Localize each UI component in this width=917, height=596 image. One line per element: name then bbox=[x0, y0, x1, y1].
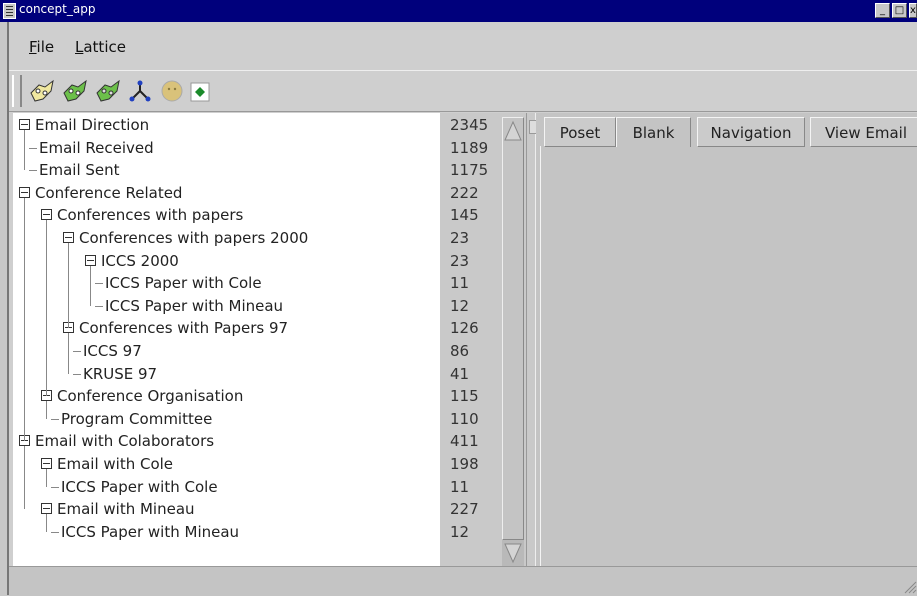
title-bar[interactable]: concept_app _ □ x bbox=[0, 0, 917, 22]
collapse-toggle-icon[interactable] bbox=[19, 119, 30, 130]
maximize-button[interactable]: □ bbox=[892, 3, 907, 18]
open-green-diagram-icon[interactable] bbox=[62, 79, 88, 103]
tree-row-label: Email Sent bbox=[39, 161, 120, 180]
tab-blank[interactable]: Blank bbox=[616, 117, 691, 147]
tree-row-label: Email with Mineau bbox=[57, 500, 195, 519]
tree-row-label: KRUSE 97 bbox=[83, 364, 158, 383]
tree-row-label: ICCS Paper with Cole bbox=[105, 274, 262, 293]
tree-row-count: 11 bbox=[450, 477, 470, 496]
tree-row-label: Conferences with Papers 97 bbox=[79, 319, 289, 338]
tree-row-label: Email with Colaborators bbox=[35, 432, 215, 451]
scrollbar-thumb[interactable] bbox=[502, 117, 524, 540]
tree-row-count: 222 bbox=[450, 183, 479, 202]
tree-row-count: 11 bbox=[450, 274, 470, 293]
green-dot-icon[interactable] bbox=[190, 82, 210, 102]
tab-bar: Poset Blank Navigation View Email bbox=[540, 117, 917, 147]
tree-row-count: 1189 bbox=[450, 138, 489, 157]
tree-row-label: Email with Cole bbox=[57, 455, 174, 473]
tree-row-count: 23 bbox=[450, 229, 470, 247]
menu-bar: File Lattice bbox=[9, 26, 917, 66]
tree-row-label: ICCS 2000 bbox=[101, 251, 179, 270]
tab-content bbox=[540, 146, 917, 566]
tree-row-count: 41 bbox=[450, 364, 470, 383]
collapse-toggle-icon[interactable] bbox=[41, 503, 52, 515]
tree-row-count: 86 bbox=[450, 342, 470, 360]
green-diagram-icon[interactable] bbox=[95, 79, 121, 103]
close-button[interactable]: x bbox=[909, 3, 917, 18]
tree-row-count: 411 bbox=[450, 432, 479, 451]
toolbar bbox=[9, 70, 917, 112]
tree-row-label: Conferences with papers 2000 bbox=[79, 229, 309, 247]
tree-row-count: 1175 bbox=[450, 161, 489, 180]
lattice-icon[interactable] bbox=[127, 79, 153, 103]
tree-row-count: 23 bbox=[450, 251, 470, 270]
open-diagram-icon[interactable] bbox=[29, 79, 55, 103]
tab-poset[interactable]: Poset bbox=[544, 117, 616, 147]
tree-row-label: ICCS Paper with Mineau bbox=[61, 522, 240, 541]
minimize-button[interactable]: _ bbox=[875, 3, 890, 18]
tree-row-count: 227 bbox=[450, 500, 479, 519]
tree-row-label: Program Committee bbox=[61, 409, 213, 428]
tree-row-label: Conference Organisation bbox=[57, 387, 244, 406]
tree-row-count: 110 bbox=[450, 409, 479, 428]
tree-row-count: 126 bbox=[450, 319, 479, 338]
window-title: concept_app bbox=[19, 2, 96, 16]
menu-lattice[interactable]: Lattice bbox=[75, 38, 126, 56]
toolbar-grip[interactable] bbox=[12, 75, 22, 107]
collapse-toggle-icon[interactable] bbox=[85, 254, 96, 266]
view-panel: Poset Blank Navigation View Email bbox=[536, 113, 917, 566]
tree-scrollbar[interactable] bbox=[500, 113, 526, 566]
concept-tree[interactable]: Email Direction Email Received Email Sent C… bbox=[13, 113, 440, 566]
pane-splitter[interactable] bbox=[526, 113, 537, 566]
status-bar bbox=[9, 566, 917, 596]
tree-row-count: 115 bbox=[450, 387, 479, 406]
tree-row-count: 198 bbox=[450, 455, 479, 473]
tree-row-label: Email Direction bbox=[35, 116, 150, 134]
count-column: 2345 1189 1175 222 145 23 23 11 12 126 86 41 115 110 4… bbox=[440, 113, 500, 566]
tree-row-label: Conferences with papers bbox=[57, 206, 244, 225]
collapse-toggle-icon[interactable] bbox=[41, 458, 52, 469]
tree-row-label: ICCS Paper with Cole bbox=[61, 477, 218, 496]
tree-row-label: Conference Related bbox=[35, 183, 183, 202]
app-window: File Lattice Email Direction Email Recei… bbox=[7, 22, 917, 596]
menu-file[interactable]: File bbox=[29, 38, 54, 56]
resize-grip-icon[interactable] bbox=[903, 580, 917, 594]
tree-row-label: ICCS Paper with Mineau bbox=[105, 296, 284, 315]
collapse-toggle-icon[interactable] bbox=[41, 209, 52, 221]
tree-row-label: ICCS 97 bbox=[83, 342, 142, 360]
tab-view-email[interactable]: View Email bbox=[810, 117, 917, 147]
window-menu-icon[interactable] bbox=[3, 3, 16, 19]
tree-row-count: 12 bbox=[450, 296, 470, 315]
scroll-up-arrow-icon[interactable] bbox=[503, 118, 523, 142]
tree-row-label: Email Received bbox=[39, 138, 154, 157]
tree-row-count: 12 bbox=[450, 522, 470, 541]
tree-row-count: 2345 bbox=[450, 116, 489, 134]
tree-row-count: 145 bbox=[450, 206, 479, 225]
collapse-toggle-icon[interactable] bbox=[19, 186, 30, 198]
blank-face-icon[interactable] bbox=[159, 79, 185, 103]
scrollbar-track[interactable] bbox=[502, 540, 524, 566]
tab-navigation[interactable]: Navigation bbox=[697, 117, 805, 147]
scroll-down-arrow-icon[interactable] bbox=[502, 540, 524, 566]
collapse-toggle-icon[interactable] bbox=[63, 232, 74, 243]
